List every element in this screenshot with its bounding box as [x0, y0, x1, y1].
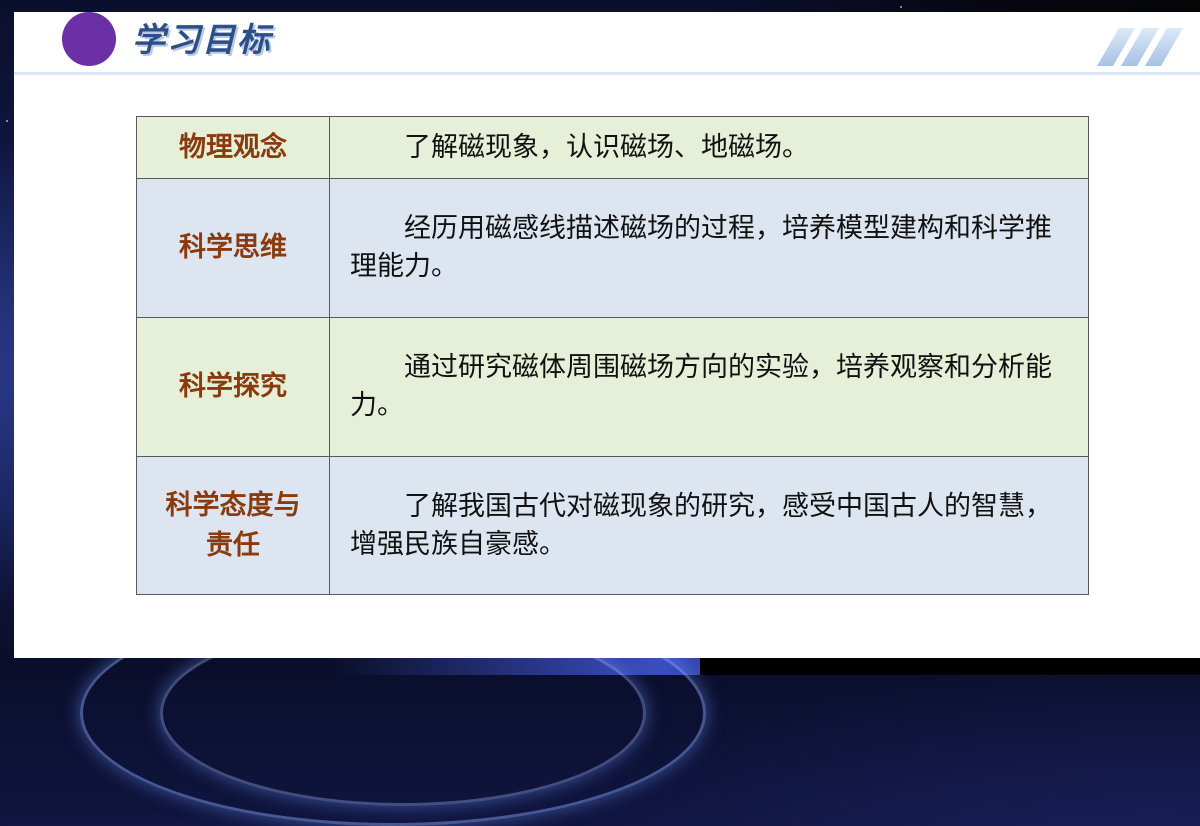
- objective-description: 了解我国古代对磁现象的研究，感受中国古人的智慧，增强民族自豪感。: [329, 456, 1089, 595]
- objective-category: 科学思维: [136, 178, 330, 318]
- table-row: 物理观念 了解磁现象，认识磁场、地磁场。: [136, 116, 1089, 179]
- objective-description: 了解磁现象，认识磁场、地磁场。: [329, 116, 1089, 179]
- background-star: [900, 6, 902, 8]
- header-circle-decoration: [62, 12, 116, 66]
- objective-category: 物理观念: [136, 116, 330, 179]
- background-star: [6, 120, 8, 122]
- table-row: 科学态度与责任 了解我国古代对磁现象的研究，感受中国古人的智慧，增强民族自豪感。: [136, 456, 1089, 595]
- table-row: 科学思维 经历用磁感线描述磁场的过程，培养模型建构和科学推理能力。: [136, 178, 1089, 318]
- table-row: 科学探究 通过研究磁体周围磁场方向的实验，培养观察和分析能力。: [136, 317, 1089, 457]
- objective-category: 科学态度与责任: [136, 456, 330, 595]
- objective-category: 科学探究: [136, 317, 330, 457]
- slide-title: 学习目标: [132, 20, 272, 59]
- objective-description: 通过研究磁体周围磁场方向的实验，培养观察和分析能力。: [329, 317, 1089, 457]
- header-stripes-decoration: [1094, 28, 1184, 66]
- objective-description: 经历用磁感线描述磁场的过程，培养模型建构和科学推理能力。: [329, 178, 1089, 318]
- slide-header: 学习目标: [14, 12, 1200, 75]
- slide-canvas: 学习目标 物理观念 了解磁现象，认识磁场、地磁场。 科学思维 经历用磁感线描述磁…: [14, 12, 1200, 658]
- objectives-table: 物理观念 了解磁现象，认识磁场、地磁场。 科学思维 经历用磁感线描述磁场的过程，…: [136, 116, 1089, 595]
